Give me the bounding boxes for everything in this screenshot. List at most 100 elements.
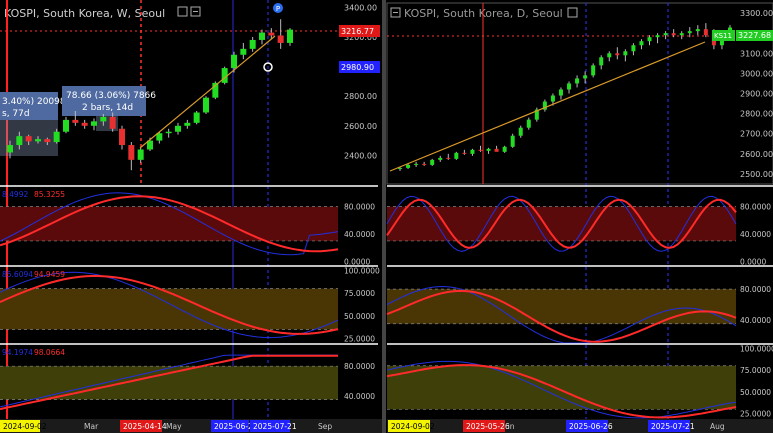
price-tick-label: 2500.00 bbox=[740, 170, 773, 179]
oscillator-tick-label: 0.0000 bbox=[344, 258, 370, 267]
candle-up bbox=[526, 119, 531, 128]
date-badge-text: 2025-04-14 bbox=[123, 422, 167, 431]
right-symbol-text: KS11 bbox=[714, 32, 732, 40]
right-oscillator-panes[interactable]: 80.0000 40.0000 0.0000 80.0000 40.0000 100.00… bbox=[386, 185, 773, 419]
oscillator-zone bbox=[0, 288, 338, 330]
oscillator-tick-label: 80.0000 bbox=[740, 203, 771, 212]
oscillator-value-slow: 85.3255 bbox=[34, 190, 65, 199]
candle-up bbox=[486, 148, 491, 151]
candle-up bbox=[193, 112, 200, 123]
date-badge-text: 2025-06-26 bbox=[569, 422, 613, 431]
price-tick-label: 3100.00 bbox=[740, 49, 773, 58]
candle-up bbox=[550, 95, 555, 102]
price-tick-label: 2900.00 bbox=[740, 90, 773, 99]
oscillator-zone bbox=[387, 365, 736, 410]
candle-up bbox=[631, 45, 636, 52]
oscillator-value-fast: 85.6094 bbox=[2, 270, 33, 279]
date-badge-text: 2025-06-2 bbox=[214, 422, 253, 431]
oscillator-tick-label: 75.0000 bbox=[740, 366, 771, 375]
price-tick-label: 3000.00 bbox=[740, 69, 773, 78]
left-date-axis[interactable]: 2024-09-02 2025-04-14 2025-06-2 2025-07-21 M… bbox=[0, 419, 382, 433]
candle-down bbox=[25, 136, 32, 142]
price-tick-label: 2700.00 bbox=[740, 130, 773, 139]
candle-up bbox=[695, 29, 700, 32]
candle-down bbox=[462, 152, 467, 154]
date-axis-label: Aug bbox=[710, 422, 725, 431]
candle-up bbox=[623, 51, 628, 56]
candle-up bbox=[575, 78, 580, 84]
candle-up bbox=[583, 75, 588, 79]
oscillator-tick-label: 40.0000 bbox=[740, 230, 771, 239]
candle-down bbox=[268, 32, 275, 36]
date-axis-label: May bbox=[166, 422, 182, 431]
candle-up bbox=[231, 54, 237, 69]
candle-up bbox=[663, 33, 668, 36]
candle-down bbox=[615, 53, 620, 56]
candle-down bbox=[119, 128, 125, 146]
oscillator-tick-label: 40.0000 bbox=[344, 392, 375, 401]
candle-up bbox=[259, 32, 265, 40]
measure-box-1-line1: 3.40%) 20098 bbox=[2, 97, 66, 107]
candle-up bbox=[607, 53, 612, 58]
candle-up bbox=[567, 83, 572, 90]
oscillator-tick-label: 100.0000 bbox=[740, 344, 773, 353]
price-tick-label: 3400.00 bbox=[344, 3, 377, 12]
candle-down bbox=[44, 139, 51, 143]
date-axis-label: Mar bbox=[84, 422, 99, 431]
candle-down bbox=[703, 29, 708, 36]
candle-up bbox=[502, 146, 507, 152]
candle-up bbox=[91, 121, 97, 126]
oscillator-value-slow: 94.9459 bbox=[34, 270, 65, 279]
candle-down bbox=[671, 33, 676, 36]
left-oscillator-panes[interactable]: 80.0000 40.0000 0.0000 8.4992 85.3255 100.000… bbox=[0, 185, 380, 411]
price-tick-label: 2400.00 bbox=[344, 151, 377, 160]
date-badge-text: 2025-05-26 bbox=[466, 422, 510, 431]
candle-down bbox=[277, 35, 284, 43]
candle-up bbox=[249, 39, 256, 49]
candle-up bbox=[100, 116, 107, 122]
candle-up bbox=[406, 164, 411, 168]
candle-up bbox=[679, 33, 684, 36]
left-last-price-text: 3216.77 bbox=[341, 27, 374, 36]
candle-down bbox=[446, 157, 451, 159]
p-marker-letter: P bbox=[276, 5, 280, 13]
panel-separator[interactable] bbox=[382, 0, 386, 433]
candle-up bbox=[63, 119, 69, 132]
oscillator-tick-label: 80.0000 bbox=[344, 362, 375, 371]
candle-up bbox=[16, 136, 23, 146]
right-date-axis[interactable]: 2024-09-02 2025-05-26 2025-06-26 2025-07-21… bbox=[387, 419, 773, 433]
candle-up bbox=[518, 127, 523, 136]
candle-up bbox=[287, 29, 293, 43]
oscillator-value-fast: 94.1974 bbox=[2, 348, 33, 357]
oscillator-tick-label: 0.0000 bbox=[740, 258, 766, 267]
oscillator-zone bbox=[0, 366, 338, 400]
candle-up bbox=[438, 157, 443, 160]
candle-up bbox=[454, 152, 459, 159]
oscillator-zone bbox=[387, 206, 736, 241]
oscillator-tick-label: 40.0000 bbox=[740, 316, 771, 325]
candle-down bbox=[72, 119, 79, 123]
candle-up bbox=[558, 89, 563, 96]
candle-up bbox=[591, 65, 596, 76]
candle-up bbox=[599, 57, 604, 66]
candle-down bbox=[422, 163, 427, 165]
candle-up bbox=[655, 35, 660, 38]
right-chart-panel[interactable]: KOSPI, South Korea, D, Seoul 2500.002600… bbox=[386, 2, 773, 433]
oscillator-value-slow: 98.0664 bbox=[34, 348, 65, 357]
left-level-text: 2980.90 bbox=[341, 63, 374, 72]
candle-up bbox=[184, 122, 191, 126]
candle-up bbox=[35, 139, 41, 142]
date-badge-text: 2025-07-21 bbox=[253, 422, 297, 431]
measure-box-2-line2: 2 bars, 14d bbox=[82, 103, 133, 113]
date-badge-text: 2024-09-02 bbox=[391, 422, 435, 431]
candle-up bbox=[137, 149, 144, 160]
candle-up bbox=[175, 125, 181, 132]
left-chart-panel[interactable]: KOSPI, South Korea, W, Seoul 3.40%) 2009… bbox=[0, 0, 382, 433]
candle-down bbox=[478, 149, 483, 151]
price-tick-label: 2800.00 bbox=[740, 110, 773, 119]
oscillator-tick-label: 40.0000 bbox=[344, 230, 375, 239]
candle-up bbox=[647, 37, 652, 42]
right-last-price-text: 3227.68 bbox=[738, 31, 771, 40]
oscillator-tick-label: 25.0000 bbox=[344, 334, 375, 343]
candle-up bbox=[53, 131, 60, 143]
